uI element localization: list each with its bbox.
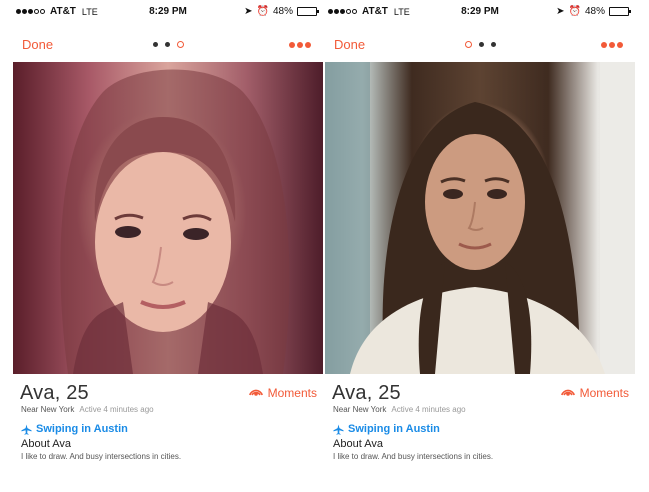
status-bar: AT&T LTE 8:29 PM ➤ ⏰ 48% bbox=[13, 0, 323, 22]
location-text: Near New York bbox=[333, 405, 387, 414]
page-dot[interactable] bbox=[478, 42, 484, 47]
active-status: Active 4 minutes ago bbox=[79, 405, 154, 414]
nav-bar: Done bbox=[13, 28, 323, 58]
profile-photo[interactable] bbox=[13, 62, 323, 374]
swiping-label: Swiping in Austin bbox=[348, 423, 440, 435]
location-arrow-icon: ➤ bbox=[244, 6, 253, 17]
swiping-link[interactable]: Swiping in Austin bbox=[333, 423, 440, 435]
profile-name: Ava, 25 bbox=[20, 382, 89, 404]
battery-icon bbox=[297, 7, 319, 16]
airplane-icon bbox=[333, 423, 344, 435]
broadcast-icon bbox=[248, 389, 263, 396]
battery-percent: 48% bbox=[272, 6, 293, 17]
moments-label: Moments bbox=[267, 386, 317, 400]
profile-photo[interactable] bbox=[325, 62, 635, 374]
broadcast-icon bbox=[560, 389, 575, 396]
active-status: Active 4 minutes ago bbox=[391, 405, 466, 414]
portrait-illustration bbox=[60, 69, 290, 374]
airplane-icon bbox=[21, 423, 32, 435]
nav-bar: Done bbox=[325, 28, 635, 58]
moments-button[interactable]: Moments bbox=[560, 386, 629, 400]
comparison-canvas: AT&T LTE 8:29 PM ➤ ⏰ 48% Done Ava, 25 Mo… bbox=[0, 0, 649, 492]
alarm-icon: ⏰ bbox=[568, 6, 581, 17]
page-dot[interactable] bbox=[490, 42, 496, 47]
more-dots-icon[interactable] bbox=[601, 42, 623, 48]
location-arrow-icon: ➤ bbox=[556, 6, 565, 17]
profile-name: Ava, 25 bbox=[332, 382, 401, 404]
moments-label: Moments bbox=[579, 386, 629, 400]
profile-info: Ava, 25 Moments Near New York Active 4 m… bbox=[13, 374, 323, 492]
page-dot[interactable] bbox=[464, 41, 472, 48]
about-title: About Ava bbox=[21, 438, 71, 450]
swiping-link[interactable]: Swiping in Austin bbox=[21, 423, 128, 435]
about-text: I like to draw. And busy intersections i… bbox=[333, 452, 494, 461]
profile-info: Ava, 25 Moments Near New York Active 4 m… bbox=[325, 374, 635, 492]
moments-button[interactable]: Moments bbox=[248, 386, 317, 400]
alarm-icon: ⏰ bbox=[256, 6, 269, 17]
battery-icon bbox=[609, 7, 631, 16]
page-dot[interactable] bbox=[176, 41, 184, 48]
battery-percent: 48% bbox=[584, 6, 605, 17]
profile-screen-left: AT&T LTE 8:29 PM ➤ ⏰ 48% Done Ava, 25 Mo… bbox=[13, 0, 323, 492]
photo-page-indicator[interactable] bbox=[325, 41, 635, 48]
more-dots-icon[interactable] bbox=[289, 42, 311, 48]
swiping-label: Swiping in Austin bbox=[36, 423, 128, 435]
portrait-illustration bbox=[325, 62, 635, 374]
about-title: About Ava bbox=[333, 438, 383, 450]
location-text: Near New York bbox=[21, 405, 75, 414]
profile-screen-right: AT&T LTE 8:29 PM ➤ ⏰ 48% Done Ava, 25 Mo… bbox=[325, 0, 635, 492]
photo-page-indicator[interactable] bbox=[13, 41, 323, 48]
status-bar: AT&T LTE 8:29 PM ➤ ⏰ 48% bbox=[325, 0, 635, 22]
page-dot[interactable] bbox=[164, 42, 170, 47]
about-text: I like to draw. And busy intersections i… bbox=[21, 452, 182, 461]
page-dot[interactable] bbox=[152, 42, 158, 47]
